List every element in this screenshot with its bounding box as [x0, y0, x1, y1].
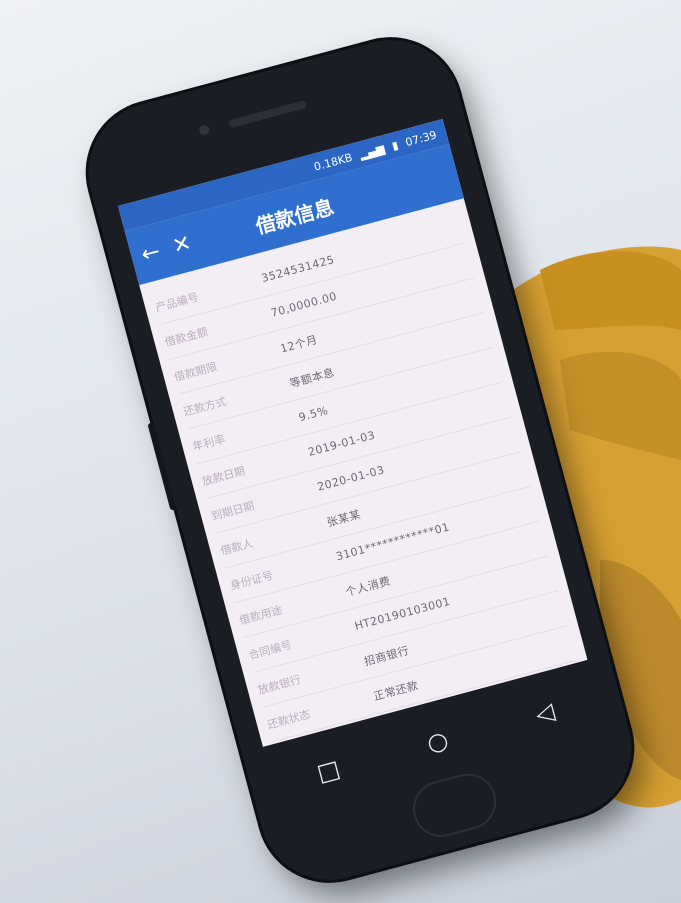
physical-home-button[interactable]: [406, 767, 503, 844]
form-row-value: 张某某: [325, 507, 363, 529]
battery-icon: ▮: [390, 138, 400, 153]
back-triangle-icon[interactable]: ◁: [532, 697, 557, 729]
front-camera: [198, 123, 211, 137]
form-row-value: 正常还款: [371, 678, 420, 703]
form-row-value: 等额本息: [288, 365, 336, 390]
earpiece-speaker: [227, 99, 308, 129]
signal-icon: ▂▄▆: [358, 141, 387, 161]
form-row-value: 2020-01-03: [315, 463, 386, 494]
form-row-value: 70,0000.00: [269, 289, 339, 320]
home-icon[interactable]: ○: [424, 725, 451, 757]
clock: 07:39: [403, 127, 438, 149]
form-row-value: 12个月: [278, 332, 319, 356]
network-speed: 0.18KB: [312, 150, 354, 174]
form-row-value: 2019-01-03: [306, 428, 377, 459]
form-row-value: 9.5%: [297, 403, 330, 425]
form-row-value: 个人消费: [344, 574, 392, 599]
recent-apps-icon[interactable]: □: [314, 754, 343, 787]
form-row-value: 招商银行: [362, 643, 411, 669]
